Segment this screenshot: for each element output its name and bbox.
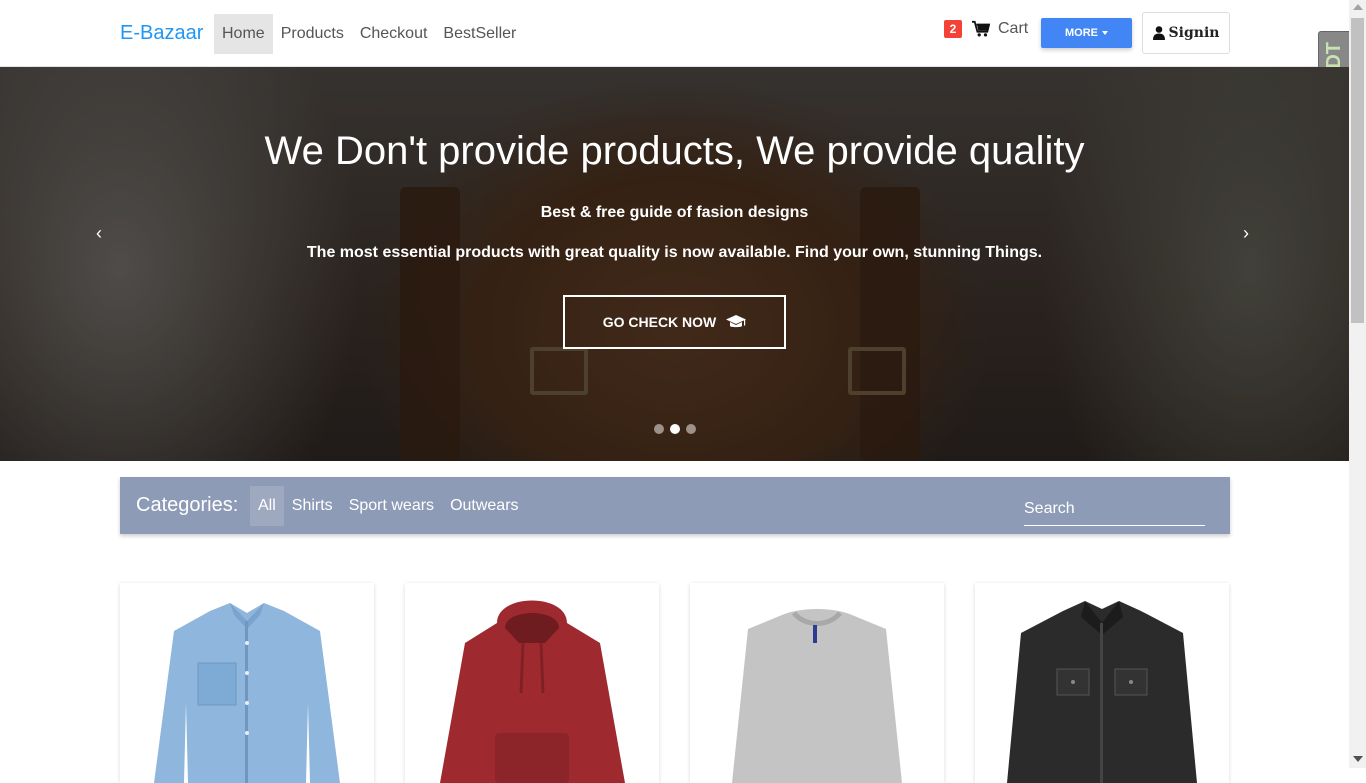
more-label: MORE (1065, 27, 1098, 39)
graduation-cap-icon (726, 315, 747, 328)
cta-label: GO CHECK NOW (602, 314, 717, 330)
cart-count-badge: 2 (944, 20, 962, 38)
hero-title: We Don't provide products, We provide qu… (264, 129, 1085, 173)
cart-icon (972, 20, 990, 37)
category-links: All Shirts Sport wears Outwears (250, 486, 527, 526)
nav-link-checkout[interactable]: Checkout (352, 14, 436, 54)
hero-subtitle: Best & free guide of fasion designs (540, 204, 809, 221)
hero-carousel: We Don't provide products, We provide qu… (0, 67, 1349, 461)
scroll-up-arrow-icon[interactable] (1353, 4, 1363, 10)
carousel-dot[interactable] (686, 424, 696, 434)
product-card-black-denim-jacket[interactable] (975, 583, 1229, 783)
hero-overlay (0, 67, 1349, 461)
denim-shirt-image (154, 603, 340, 783)
navbar: E-Bazaar Home Products Checkout BestSell… (0, 0, 1349, 67)
nav-link-bestseller[interactable]: BestSeller (435, 14, 524, 54)
category-shirts[interactable]: Shirts (284, 486, 341, 526)
category-all[interactable]: All (250, 486, 284, 526)
scroll-down-arrow-icon[interactable] (1353, 756, 1363, 762)
scrollbar-thumb[interactable] (1351, 18, 1364, 323)
signin-label: Signin (1168, 25, 1220, 41)
cart-label: Cart (998, 20, 1029, 37)
black-denim-jacket-image (1007, 601, 1197, 783)
red-hoodie-image (440, 600, 625, 783)
hero-description: The most essential products with great q… (306, 244, 1043, 261)
carousel-dot[interactable] (654, 424, 664, 434)
carousel-prev-arrow[interactable]: ‹ (96, 223, 102, 244)
more-dropdown-button[interactable]: MORE (1041, 18, 1132, 48)
product-card-red-hoodie[interactable] (405, 583, 659, 783)
carousel-dot-active[interactable] (670, 424, 680, 434)
cart-link[interactable]: 2 Cart (944, 20, 1028, 38)
carousel-next-arrow[interactable]: › (1243, 223, 1249, 244)
search-input[interactable] (1024, 493, 1205, 526)
category-sport-wears[interactable]: Sport wears (341, 486, 442, 526)
brand-logo[interactable]: E-Bazaar (120, 22, 203, 45)
signin-button[interactable]: Signin (1142, 12, 1230, 54)
nav-links: Home Products Checkout BestSeller (214, 14, 524, 54)
carousel-indicators (654, 424, 702, 434)
user-icon (1152, 26, 1165, 40)
categories-title: Categories: (136, 494, 239, 516)
category-outwears[interactable]: Outwears (442, 486, 526, 526)
nav-link-products[interactable]: Products (273, 14, 352, 54)
caret-down-icon (1102, 31, 1108, 35)
product-card-denim-shirt[interactable] (120, 583, 374, 783)
product-card-grey-sweater[interactable] (690, 583, 944, 783)
grey-sweater-image (732, 609, 902, 783)
categories-bar: Categories: All Shirts Sport wears Outwe… (120, 477, 1230, 534)
nav-link-home[interactable]: Home (214, 14, 273, 54)
go-check-now-button[interactable]: GO CHECK NOW (563, 295, 786, 349)
